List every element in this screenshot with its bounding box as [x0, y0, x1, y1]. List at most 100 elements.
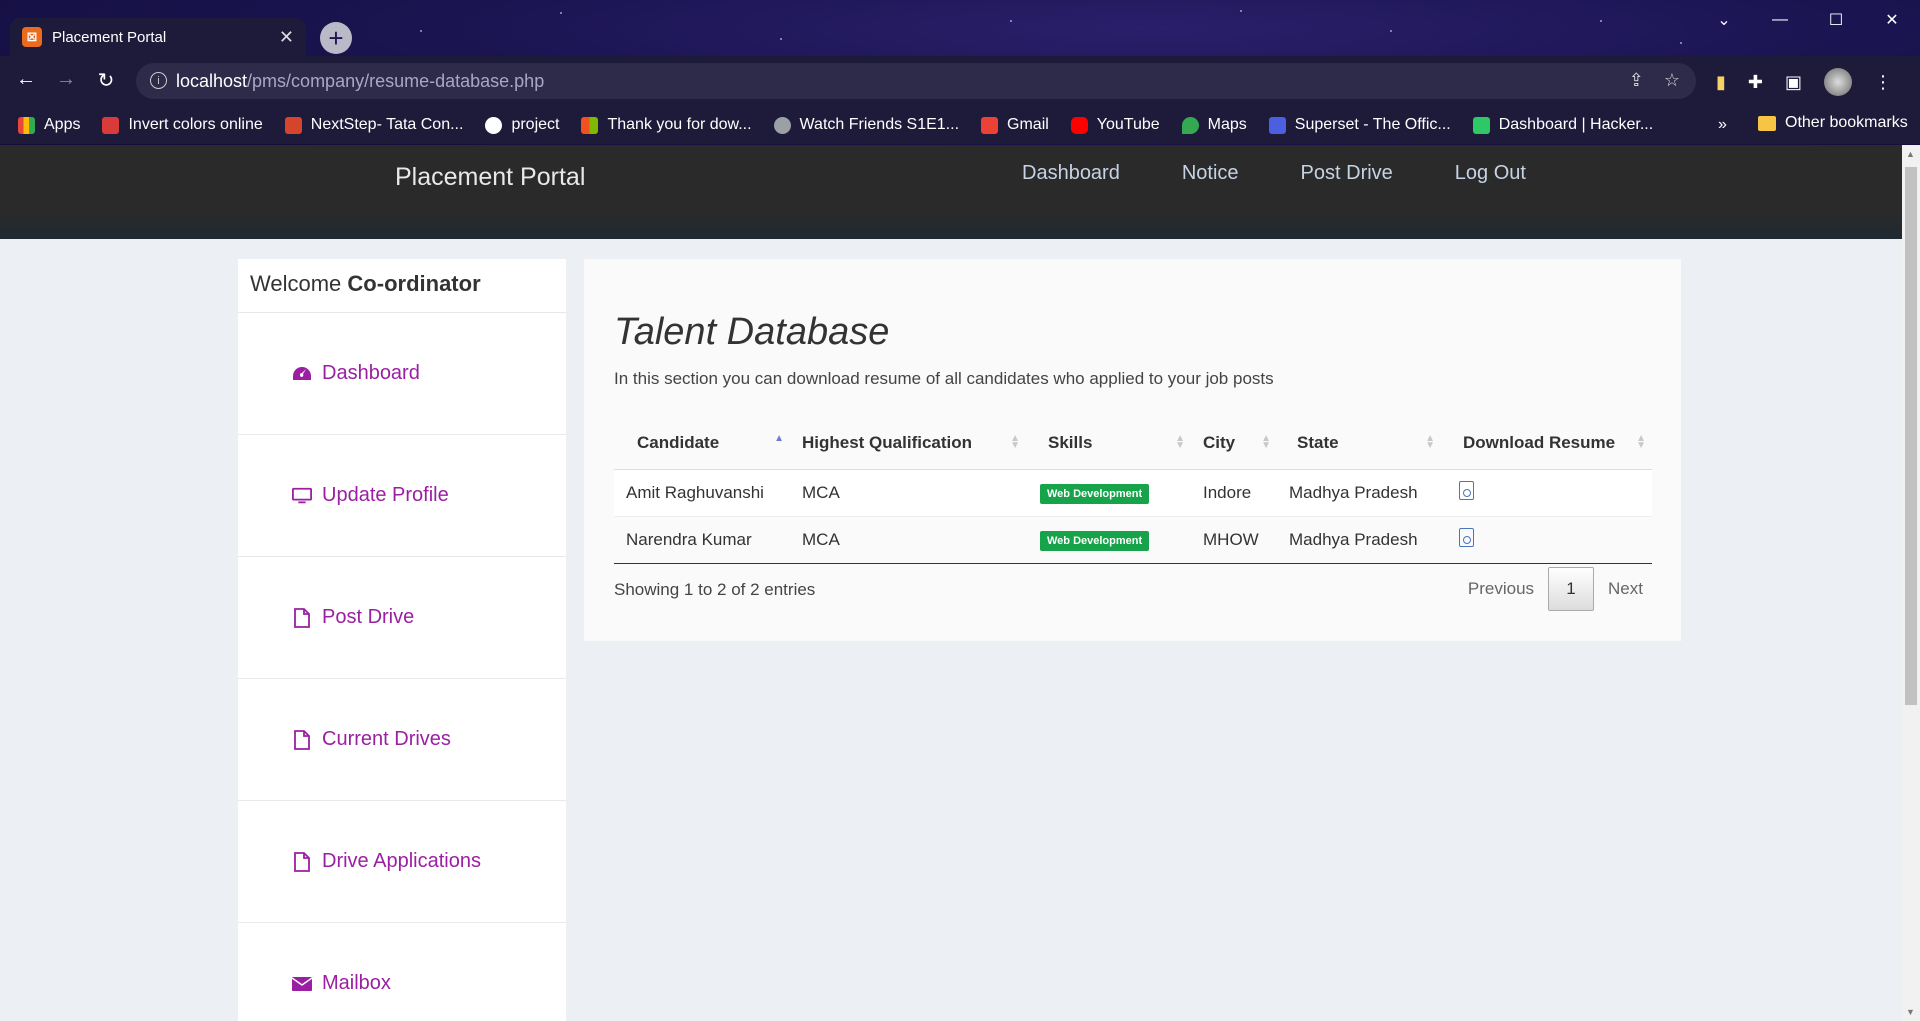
address-bar[interactable]: i localhost/pms/company/resume-database.…	[136, 63, 1696, 99]
bookmark-item[interactable]: Dashboard | Hacker...	[1472, 116, 1654, 134]
column-label: Download Resume	[1463, 432, 1616, 452]
window-controls: ⌄ — ☐ ✕	[1696, 0, 1920, 40]
youtube-icon	[1070, 116, 1088, 134]
bookmark-label: Apps	[44, 116, 81, 133]
star-icon[interactable]: ☆	[1664, 70, 1680, 91]
nav-notice[interactable]: Notice	[1182, 162, 1239, 185]
sidebar-item-label: Mailbox	[322, 972, 391, 994]
back-icon[interactable]: ←	[12, 68, 40, 91]
url-path: /pms/company/resume-database.php	[247, 70, 545, 91]
extension-icon[interactable]: ▮	[1716, 72, 1726, 93]
previous-button[interactable]: Previous	[1454, 579, 1548, 599]
column-header-city[interactable]: City ▲ ▼	[1191, 417, 1277, 470]
dashboard-icon	[292, 366, 312, 382]
sidebar-item-update-profile[interactable]: Update Profile	[238, 435, 566, 557]
apps-icon	[18, 116, 35, 134]
column-header-download[interactable]: Download Resume ▲ ▼	[1441, 417, 1652, 470]
bookmark-item[interactable]: Superset - The Offic...	[1268, 116, 1451, 134]
sort-asc-icon: ▲	[774, 433, 784, 444]
scroll-down-icon[interactable]: ▼	[1906, 1007, 1915, 1017]
nav-post-drive[interactable]: Post Drive	[1301, 162, 1393, 185]
new-tab-button[interactable]: +	[320, 22, 352, 54]
menu-icon[interactable]: ⋮	[1874, 72, 1892, 93]
bookmark-item[interactable]: project	[485, 116, 559, 134]
page-description: In this section you can download resume …	[614, 369, 1274, 388]
close-icon[interactable]: ✕	[279, 27, 294, 48]
tab-search-icon[interactable]: ⌄	[1696, 0, 1752, 40]
sidebar-item-dashboard[interactable]: Dashboard	[238, 313, 566, 435]
bookmark-label: Thank you for dow...	[607, 116, 752, 133]
bookmark-item[interactable]: NextStep- Tata Con...	[284, 116, 463, 134]
next-button[interactable]: Next	[1594, 579, 1657, 599]
envelope-icon	[292, 976, 312, 992]
column-header-qualification[interactable]: Highest Qualification ▲ ▼	[790, 417, 1026, 470]
talent-table: Candidate ▲ Highest Qualification ▲ ▼ Skill…	[614, 417, 1652, 564]
talent-table-wrapper: Candidate ▲ Highest Qualification ▲ ▼ Skill…	[614, 417, 1652, 564]
sidebar-item-drive-applications[interactable]: Drive Applications	[238, 801, 566, 923]
more-bookmarks-icon[interactable]: »	[1718, 116, 1727, 134]
cell-download	[1441, 516, 1652, 564]
forward-icon[interactable]: →	[52, 68, 80, 91]
maximize-button[interactable]: ☐	[1808, 0, 1864, 40]
extension-icons: ▮ ✚ ▣ ⋮	[1716, 68, 1892, 96]
browser-toolbar: ← → ↻ i localhost/pms/company/resume-dat…	[0, 56, 1920, 106]
nav-log-out[interactable]: Log Out	[1455, 162, 1526, 185]
bookmark-item[interactable]: Apps	[18, 116, 80, 134]
monitor-icon	[292, 487, 312, 505]
cell-state: Madhya Pradesh	[1277, 469, 1441, 517]
hackerrank-icon	[1472, 116, 1490, 134]
close-window-button[interactable]: ✕	[1864, 0, 1920, 40]
page-1-button[interactable]: 1	[1548, 567, 1595, 611]
bookmark-item[interactable]: Maps	[1181, 116, 1247, 134]
superset-icon	[1268, 116, 1286, 134]
windows-icon	[581, 116, 599, 134]
other-bookmarks-label: Other bookmarks	[1785, 114, 1908, 131]
column-header-state[interactable]: State ▲ ▼	[1277, 417, 1441, 470]
file-icon	[292, 607, 312, 628]
bookmark-item[interactable]: Thank you for dow...	[581, 116, 752, 134]
favicon-icon: ⊠	[22, 27, 42, 47]
omnibox-actions: ⇪ ☆	[1629, 70, 1680, 91]
scroll-thumb[interactable]	[1905, 167, 1917, 705]
cell-city: MHOW	[1191, 516, 1277, 564]
nav-dashboard[interactable]: Dashboard	[1022, 162, 1120, 185]
sort-icon: ▲ ▼	[1425, 433, 1435, 451]
browser-tab[interactable]: ⊠ Placement Portal ✕	[10, 18, 306, 56]
column-header-skills[interactable]: Skills ▲ ▼	[1026, 417, 1191, 470]
sidepanel-icon[interactable]: ▣	[1785, 72, 1802, 93]
minimize-button[interactable]: —	[1752, 0, 1808, 40]
other-bookmarks[interactable]: Other bookmarks	[1758, 114, 1908, 132]
bookmark-item[interactable]: YouTube	[1070, 116, 1160, 134]
column-label: City	[1203, 432, 1236, 452]
avatar[interactable]	[1824, 68, 1853, 96]
scroll-up-icon[interactable]: ▲	[1906, 149, 1915, 159]
cell-download	[1441, 469, 1652, 517]
pdf-download-icon[interactable]	[1459, 527, 1474, 547]
sidebar-item-mailbox[interactable]: Mailbox	[238, 923, 566, 1021]
bookmark-item[interactable]: Invert colors online	[102, 116, 263, 134]
bookmark-label: Dashboard | Hacker...	[1498, 116, 1654, 133]
sidebar-item-post-drive[interactable]: Post Drive	[238, 557, 566, 679]
brand-title[interactable]: Placement Portal	[395, 163, 585, 192]
bookmark-label: Gmail	[1007, 116, 1049, 133]
column-label: Highest Qualification	[802, 432, 973, 452]
talent-database-panel: Talent Database In this section you can …	[584, 259, 1681, 641]
puzzle-icon[interactable]: ✚	[1748, 72, 1763, 93]
column-header-candidate[interactable]: Candidate ▲	[614, 417, 790, 470]
bookmark-item[interactable]: Gmail	[981, 116, 1049, 134]
pdf-download-icon[interactable]	[1459, 480, 1474, 500]
page-scrollbar[interactable]: ▲ ▼	[1902, 145, 1920, 1021]
reload-icon[interactable]: ↻	[92, 68, 120, 93]
bookmark-item[interactable]: Watch Friends S1E1...	[773, 116, 959, 134]
bookmark-label: Superset - The Offic...	[1294, 116, 1451, 133]
column-label: State	[1297, 432, 1339, 452]
column-label: Candidate	[637, 432, 720, 452]
page-title: Talent Database	[614, 311, 890, 353]
sidebar-item-current-drives[interactable]: Current Drives	[238, 679, 566, 801]
bookmark-icon	[284, 116, 302, 134]
info-icon[interactable]: i	[150, 72, 167, 89]
share-icon[interactable]: ⇪	[1629, 70, 1644, 91]
entries-info: Showing 1 to 2 of 2 entries	[614, 580, 816, 599]
tab-strip: ⊠ Placement Portal ✕ + ⌄ — ☐ ✕	[0, 0, 1920, 56]
sort-icon: ▲ ▼	[1010, 433, 1020, 451]
